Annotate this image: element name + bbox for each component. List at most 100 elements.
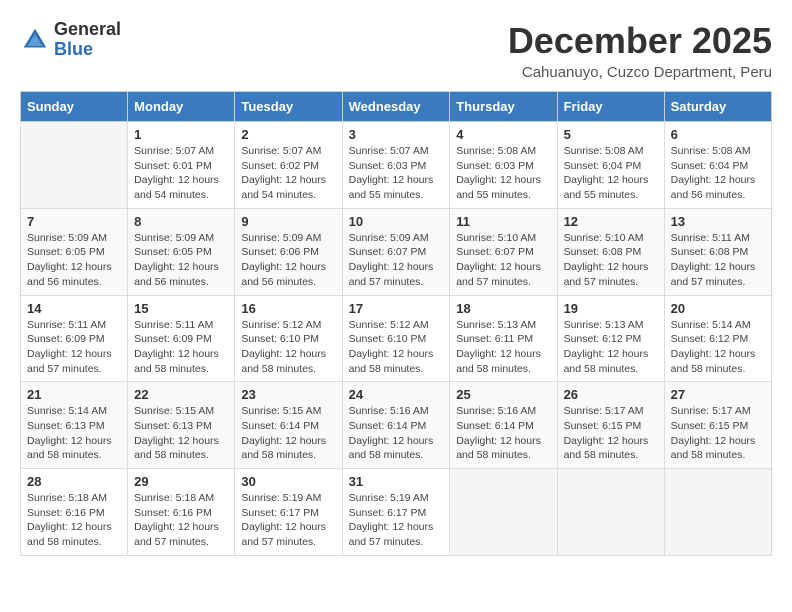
calendar-cell: 16 Sunrise: 5:12 AMSunset: 6:10 PMDayligh… bbox=[235, 295, 342, 382]
calendar-cell: 10 Sunrise: 5:09 AMSunset: 6:07 PMDayligh… bbox=[342, 208, 450, 295]
day-number: 22 bbox=[134, 387, 228, 402]
calendar-cell: 27Sunrise: 5:17 AMSunset: 6:15 PMDayligh… bbox=[664, 382, 771, 469]
day-info: Sunrise: 5:08 AMSunset: 6:04 PMDaylight:… bbox=[671, 144, 765, 203]
day-number: 1 bbox=[134, 127, 228, 142]
weekday-header-wednesday: Wednesday bbox=[342, 92, 450, 122]
day-number: 5 bbox=[564, 127, 658, 142]
day-number: 24 bbox=[349, 387, 444, 402]
logo-blue-text: Blue bbox=[54, 40, 121, 60]
week-row-3: 14 Sunrise: 5:11 AMSunset: 6:09 PMDayligh… bbox=[21, 295, 772, 382]
calendar-cell: 12Sunrise: 5:10 AMSunset: 6:08 PMDayligh… bbox=[557, 208, 664, 295]
day-info: Sunrise: 5:09 AMSunset: 6:07 PMDaylight:… bbox=[349, 231, 444, 290]
calendar-cell: 14 Sunrise: 5:11 AMSunset: 6:09 PMDayligh… bbox=[21, 295, 128, 382]
day-number: 28 bbox=[27, 474, 121, 489]
day-info: Sunrise: 5:12 AMSunset: 6:10 PMDaylight:… bbox=[349, 318, 444, 377]
calendar-cell: 22 Sunrise: 5:15 AMSunset: 6:13 PMDayligh… bbox=[128, 382, 235, 469]
logo-icon bbox=[20, 25, 50, 55]
calendar-cell: 20Sunrise: 5:14 AMSunset: 6:12 PMDayligh… bbox=[664, 295, 771, 382]
calendar-cell: 11 Sunrise: 5:10 AMSunset: 6:07 PMDayligh… bbox=[450, 208, 557, 295]
calendar-cell: 6 Sunrise: 5:08 AMSunset: 6:04 PMDaylight… bbox=[664, 122, 771, 209]
calendar-cell: 13Sunrise: 5:11 AMSunset: 6:08 PMDayligh… bbox=[664, 208, 771, 295]
day-info: Sunrise: 5:17 AMSunset: 6:15 PMDaylight:… bbox=[564, 404, 658, 463]
weekday-header-monday: Monday bbox=[128, 92, 235, 122]
calendar-cell: 3Sunrise: 5:07 AMSunset: 6:03 PMDaylight… bbox=[342, 122, 450, 209]
calendar-cell: 29 Sunrise: 5:18 AMSunset: 6:16 PMDayligh… bbox=[128, 469, 235, 556]
calendar-cell: 8Sunrise: 5:09 AMSunset: 6:05 PMDaylight… bbox=[128, 208, 235, 295]
calendar-cell: 9 Sunrise: 5:09 AMSunset: 6:06 PMDaylight… bbox=[235, 208, 342, 295]
day-number: 14 bbox=[27, 301, 121, 316]
weekday-header-friday: Friday bbox=[557, 92, 664, 122]
week-row-1: 1 Sunrise: 5:07 AMSunset: 6:01 PMDaylight… bbox=[21, 122, 772, 209]
calendar-cell: 30Sunrise: 5:19 AMSunset: 6:17 PMDayligh… bbox=[235, 469, 342, 556]
title-section: December 2025 Cahuanuyo, Cuzco Departmen… bbox=[508, 20, 772, 81]
calendar-cell: 17 Sunrise: 5:12 AMSunset: 6:10 PMDayligh… bbox=[342, 295, 450, 382]
day-info: Sunrise: 5:15 AMSunset: 6:13 PMDaylight:… bbox=[134, 404, 228, 463]
month-year-title: December 2025 bbox=[508, 20, 772, 62]
logo: General Blue bbox=[20, 20, 121, 60]
calendar-cell bbox=[557, 469, 664, 556]
calendar-cell: 2 Sunrise: 5:07 AMSunset: 6:02 PMDaylight… bbox=[235, 122, 342, 209]
day-number: 9 bbox=[241, 214, 335, 229]
page-header: General Blue December 2025 Cahuanuyo, Cu… bbox=[20, 20, 772, 81]
day-info: Sunrise: 5:16 AMSunset: 6:14 PMDaylight:… bbox=[349, 404, 444, 463]
day-info: Sunrise: 5:19 AMSunset: 6:17 PMDaylight:… bbox=[241, 491, 335, 550]
calendar-cell: 28 Sunrise: 5:18 AMSunset: 6:16 PMDayligh… bbox=[21, 469, 128, 556]
calendar-table: SundayMondayTuesdayWednesdayThursdayFrid… bbox=[20, 91, 772, 556]
day-info: Sunrise: 5:17 AMSunset: 6:15 PMDaylight:… bbox=[671, 404, 765, 463]
day-info: Sunrise: 5:08 AMSunset: 6:04 PMDaylight:… bbox=[564, 144, 658, 203]
day-info: Sunrise: 5:09 AMSunset: 6:05 PMDaylight:… bbox=[27, 231, 121, 290]
calendar-cell: 15 Sunrise: 5:11 AMSunset: 6:09 PMDayligh… bbox=[128, 295, 235, 382]
calendar-cell: 5 Sunrise: 5:08 AMSunset: 6:04 PMDaylight… bbox=[557, 122, 664, 209]
day-info: Sunrise: 5:16 AMSunset: 6:14 PMDaylight:… bbox=[456, 404, 550, 463]
calendar-cell: 23Sunrise: 5:15 AMSunset: 6:14 PMDayligh… bbox=[235, 382, 342, 469]
day-number: 29 bbox=[134, 474, 228, 489]
weekday-header-sunday: Sunday bbox=[21, 92, 128, 122]
day-info: Sunrise: 5:18 AMSunset: 6:16 PMDaylight:… bbox=[27, 491, 121, 550]
day-info: Sunrise: 5:12 AMSunset: 6:10 PMDaylight:… bbox=[241, 318, 335, 377]
calendar-cell: 31Sunrise: 5:19 AMSunset: 6:17 PMDayligh… bbox=[342, 469, 450, 556]
weekday-header-row: SundayMondayTuesdayWednesdayThursdayFrid… bbox=[21, 92, 772, 122]
day-info: Sunrise: 5:07 AMSunset: 6:01 PMDaylight:… bbox=[134, 144, 228, 203]
day-number: 6 bbox=[671, 127, 765, 142]
logo-text: General Blue bbox=[54, 20, 121, 60]
calendar-cell: 26Sunrise: 5:17 AMSunset: 6:15 PMDayligh… bbox=[557, 382, 664, 469]
day-number: 31 bbox=[349, 474, 444, 489]
day-number: 12 bbox=[564, 214, 658, 229]
day-number: 11 bbox=[456, 214, 550, 229]
day-number: 18 bbox=[456, 301, 550, 316]
weekday-header-tuesday: Tuesday bbox=[235, 92, 342, 122]
weekday-header-saturday: Saturday bbox=[664, 92, 771, 122]
calendar-cell bbox=[664, 469, 771, 556]
day-info: Sunrise: 5:07 AMSunset: 6:03 PMDaylight:… bbox=[349, 144, 444, 203]
calendar-cell: 1 Sunrise: 5:07 AMSunset: 6:01 PMDaylight… bbox=[128, 122, 235, 209]
week-row-5: 28 Sunrise: 5:18 AMSunset: 6:16 PMDayligh… bbox=[21, 469, 772, 556]
day-number: 23 bbox=[241, 387, 335, 402]
day-number: 20 bbox=[671, 301, 765, 316]
location-subtitle: Cahuanuyo, Cuzco Department, Peru bbox=[508, 64, 772, 81]
day-number: 15 bbox=[134, 301, 228, 316]
day-number: 2 bbox=[241, 127, 335, 142]
day-info: Sunrise: 5:10 AMSunset: 6:07 PMDaylight:… bbox=[456, 231, 550, 290]
day-number: 10 bbox=[349, 214, 444, 229]
day-info: Sunrise: 5:11 AMSunset: 6:09 PMDaylight:… bbox=[134, 318, 228, 377]
calendar-cell: 18Sunrise: 5:13 AMSunset: 6:11 PMDayligh… bbox=[450, 295, 557, 382]
day-number: 25 bbox=[456, 387, 550, 402]
calendar-cell bbox=[21, 122, 128, 209]
day-info: Sunrise: 5:13 AMSunset: 6:12 PMDaylight:… bbox=[564, 318, 658, 377]
day-number: 7 bbox=[27, 214, 121, 229]
calendar-cell: 21Sunrise: 5:14 AMSunset: 6:13 PMDayligh… bbox=[21, 382, 128, 469]
weekday-header-thursday: Thursday bbox=[450, 92, 557, 122]
day-info: Sunrise: 5:08 AMSunset: 6:03 PMDaylight:… bbox=[456, 144, 550, 203]
day-info: Sunrise: 5:14 AMSunset: 6:13 PMDaylight:… bbox=[27, 404, 121, 463]
day-info: Sunrise: 5:11 AMSunset: 6:09 PMDaylight:… bbox=[27, 318, 121, 377]
logo-general-text: General bbox=[54, 20, 121, 40]
day-info: Sunrise: 5:07 AMSunset: 6:02 PMDaylight:… bbox=[241, 144, 335, 203]
day-info: Sunrise: 5:18 AMSunset: 6:16 PMDaylight:… bbox=[134, 491, 228, 550]
day-number: 16 bbox=[241, 301, 335, 316]
calendar-cell: 25 Sunrise: 5:16 AMSunset: 6:14 PMDayligh… bbox=[450, 382, 557, 469]
day-number: 4 bbox=[456, 127, 550, 142]
day-number: 17 bbox=[349, 301, 444, 316]
calendar-cell bbox=[450, 469, 557, 556]
day-info: Sunrise: 5:09 AMSunset: 6:06 PMDaylight:… bbox=[241, 231, 335, 290]
calendar-cell: 19Sunrise: 5:13 AMSunset: 6:12 PMDayligh… bbox=[557, 295, 664, 382]
